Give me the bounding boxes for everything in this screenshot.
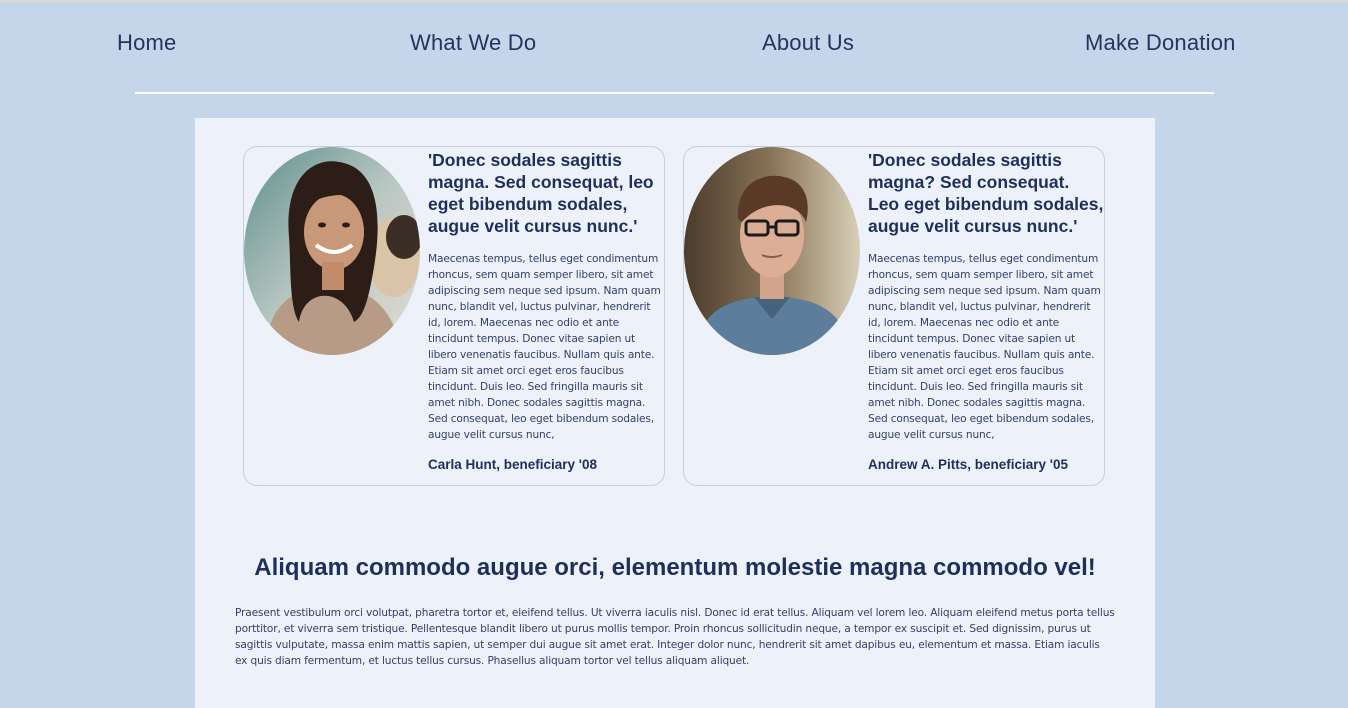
testimonial-attribution: Carla Hunt, beneficiary '08 (428, 457, 598, 472)
testimonial-photo (244, 147, 420, 355)
testimonial-attribution: Andrew A. Pitts, beneficiary '05 (868, 457, 1069, 472)
testimonial-photo (684, 147, 860, 355)
testimonial-body: Maecenas tempus, tellus eget condimentum… (428, 253, 661, 441)
nav-link-about-us[interactable]: About Us (762, 30, 854, 56)
section-headline: Aliquam commodo augue orci, elementum mo… (254, 554, 1096, 581)
testimonial-card: 'Donec sodales sagittis magna. Sed conse… (243, 146, 665, 486)
main-content: 'Donec sodales sagittis magna. Sed conse… (195, 118, 1155, 708)
testimonial-body: Maecenas tempus, tellus eget condimentum… (868, 253, 1101, 441)
testimonial-quote: 'Donec sodales sagittis magna. Sed conse… (428, 150, 654, 236)
testimonial-text: 'Donec sodales sagittis magna. Sed conse… (428, 147, 664, 443)
testimonial-quote: 'Donec sodales sagittis magna? Sed conse… (868, 150, 1104, 236)
top-navigation: Home What We Do About Us Make Donation (0, 3, 1348, 95)
testimonial-text: 'Donec sodales sagittis magna? Sed conse… (868, 147, 1104, 443)
nav-link-what-we-do[interactable]: What We Do (410, 30, 536, 56)
nav-divider (135, 92, 1214, 94)
section-paragraph: Praesent vestibulum orci volutpat, phare… (235, 607, 1115, 667)
nav-link-make-donation[interactable]: Make Donation (1085, 30, 1236, 56)
nav-link-home[interactable]: Home (117, 30, 177, 56)
testimonial-card: 'Donec sodales sagittis magna? Sed conse… (683, 146, 1105, 486)
